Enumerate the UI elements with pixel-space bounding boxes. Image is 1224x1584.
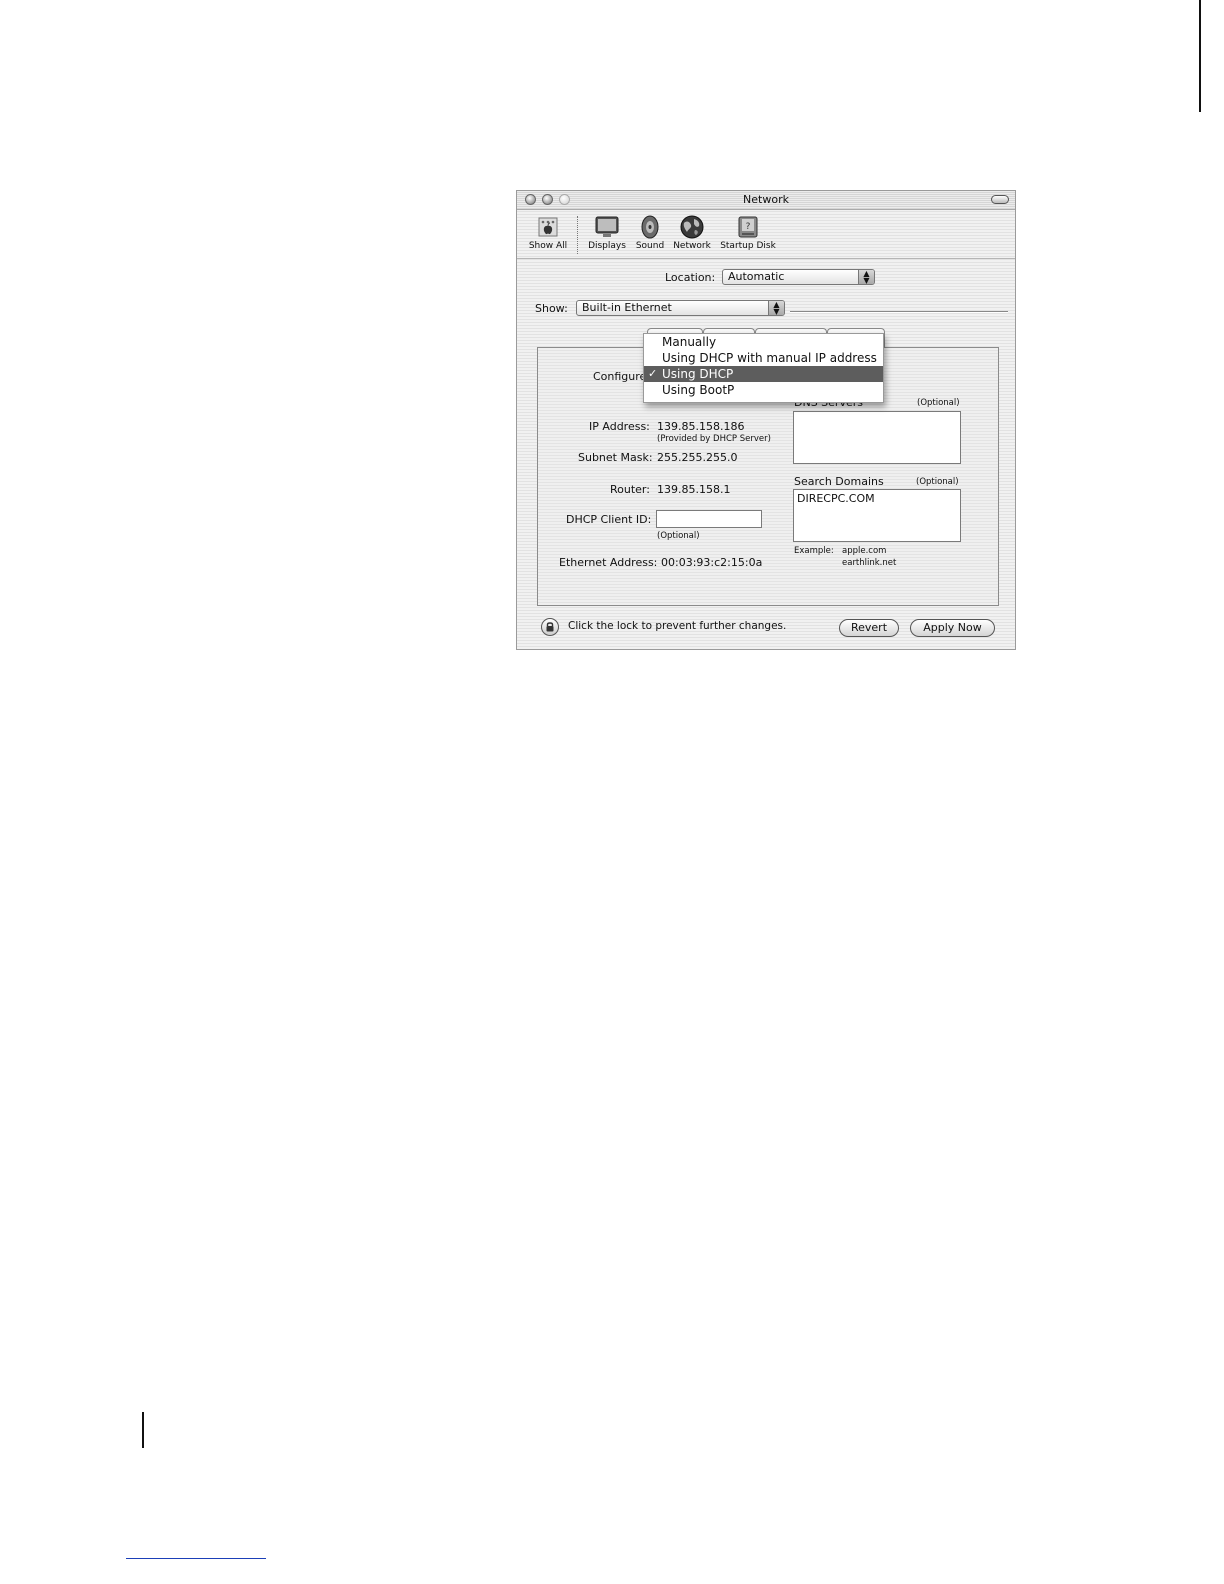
apply-now-button[interactable]: Apply Now xyxy=(910,619,995,637)
toolbar-displays[interactable]: Displays xyxy=(585,214,629,251)
location-popup[interactable]: Automatic ▲ ▼ xyxy=(722,269,875,285)
toolbar-network[interactable]: Network xyxy=(671,214,713,251)
configure-option-label: Using DHCP with manual IP address xyxy=(662,351,877,365)
toolbar-network-label: Network xyxy=(673,241,711,251)
dhcp-client-id-note: (Optional) xyxy=(657,531,700,541)
configure-option-dhcp-manual[interactable]: Using DHCP with manual IP address xyxy=(644,350,883,366)
dns-servers-field[interactable] xyxy=(793,411,961,464)
page-margin-rule xyxy=(142,1412,144,1448)
dhcp-client-id-input[interactable] xyxy=(656,510,762,528)
configure-option-label: Using DHCP xyxy=(662,367,734,381)
ip-address-note: (Provided by DHCP Server) xyxy=(657,434,771,444)
toolbar-separator xyxy=(577,216,579,254)
checkmark-icon: ✓ xyxy=(648,367,658,380)
lock-button[interactable] xyxy=(541,618,559,636)
title-bar[interactable]: Network xyxy=(517,191,1015,210)
dns-servers-optional: (Optional) xyxy=(917,398,960,408)
example-label: Example: xyxy=(794,546,834,556)
toolbar-startup-disk[interactable]: ? Startup Disk xyxy=(718,214,778,251)
ethernet-address-label: Ethernet Address: xyxy=(559,556,658,569)
configure-option-manually[interactable]: Manually xyxy=(644,334,883,350)
show-popup[interactable]: Built-in Ethernet ▲ ▼ xyxy=(576,300,785,316)
ip-address-value: 139.85.158.186 xyxy=(657,420,745,433)
revert-button[interactable]: Revert xyxy=(839,619,899,637)
ip-address-label: IP Address: xyxy=(589,420,650,433)
speaker-icon xyxy=(641,215,659,239)
example-domain-1: apple.com xyxy=(842,546,887,556)
toolbar: Show All Displays Sound Network ? Startu… xyxy=(517,210,1015,259)
configure-option-bootp[interactable]: Using BootP xyxy=(644,382,883,398)
display-icon xyxy=(595,216,619,237)
disk-icon: ? xyxy=(738,216,758,238)
separator-line xyxy=(790,311,1008,313)
popup-arrows-icon: ▲ ▼ xyxy=(768,301,784,316)
configure-label: Configure xyxy=(593,370,647,383)
subnet-mask-label: Subnet Mask: xyxy=(578,451,653,464)
search-domains-label: Search Domains xyxy=(794,475,884,488)
toolbar-sound[interactable]: Sound xyxy=(632,214,668,251)
toolbar-sound-label: Sound xyxy=(635,241,665,251)
configure-option-label: Manually xyxy=(662,335,717,349)
svg-text:?: ? xyxy=(746,222,751,232)
toolbar-show-all[interactable]: Show All xyxy=(527,214,569,251)
search-domains-field[interactable]: DIRECPC.COM xyxy=(793,489,961,542)
show-label: Show: xyxy=(535,302,568,315)
router-label: Router: xyxy=(610,483,650,496)
lock-message: Click the lock to prevent further change… xyxy=(568,620,787,632)
location-label: Location: xyxy=(665,271,716,284)
location-value: Automatic xyxy=(728,270,785,283)
example-domain-2: earthlink.net xyxy=(842,558,897,568)
subnet-mask-value: 255.255.255.0 xyxy=(657,451,738,464)
ethernet-address-value: 00:03:93:c2:15:0a xyxy=(661,556,763,569)
toolbar-startup-disk-label: Startup Disk xyxy=(720,241,776,251)
show-value: Built-in Ethernet xyxy=(582,301,672,314)
apple-icon xyxy=(538,217,558,237)
configure-option-dhcp[interactable]: ✓ Using DHCP xyxy=(644,366,883,382)
page-edge-rule xyxy=(1199,0,1201,112)
network-preferences-window: Network Show All Displays Sound Network … xyxy=(516,190,1016,650)
lock-icon xyxy=(546,622,554,632)
search-domains-optional: (Optional) xyxy=(916,477,959,487)
globe-icon xyxy=(680,215,704,239)
dhcp-client-id-label: DHCP Client ID: xyxy=(566,513,652,526)
configure-option-label: Using BootP xyxy=(662,383,735,397)
router-value: 139.85.158.1 xyxy=(657,483,731,496)
toolbar-toggle-button[interactable] xyxy=(991,195,1009,204)
window-title: Network xyxy=(743,193,789,206)
popup-arrows-icon: ▲ ▼ xyxy=(858,270,874,285)
toolbar-displays-label: Displays xyxy=(588,241,626,251)
configure-menu: Manually Using DHCP with manual IP addre… xyxy=(643,333,884,403)
page-footnote-rule xyxy=(126,1558,266,1559)
toolbar-show-all-label: Show All xyxy=(528,241,568,251)
